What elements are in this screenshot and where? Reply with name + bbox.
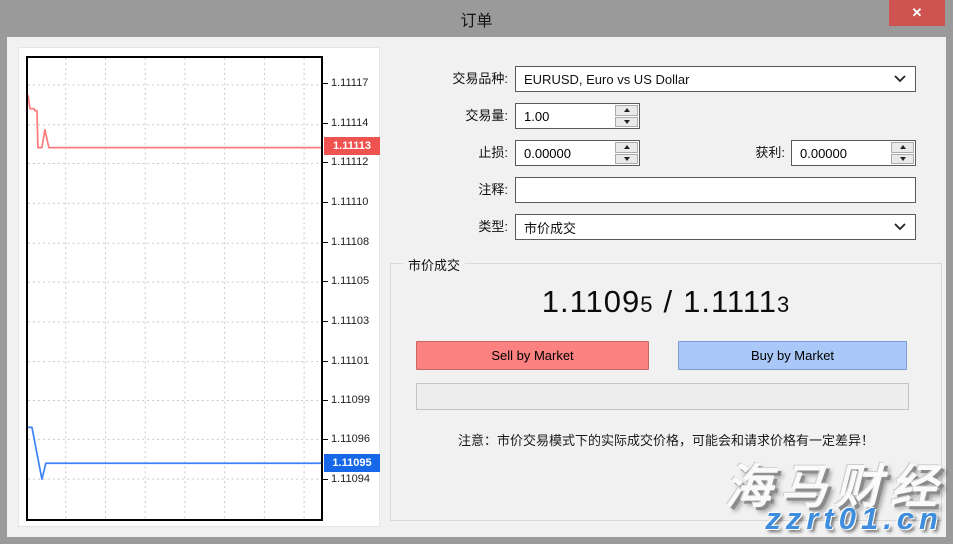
comment-label: 注释: bbox=[392, 177, 508, 203]
price-separator: / bbox=[663, 284, 673, 319]
take-profit-spin-down-button[interactable] bbox=[891, 154, 914, 165]
group-label: 市价成交 bbox=[403, 255, 465, 274]
axis-tick bbox=[323, 439, 328, 440]
axis-tick bbox=[323, 202, 328, 203]
axis-tick-label: 1.11094 bbox=[331, 472, 370, 486]
symbol-label: 交易品种: bbox=[392, 66, 508, 92]
take-profit-label: 获利: bbox=[669, 140, 785, 166]
chevron-down-icon bbox=[894, 223, 906, 231]
axis-tick-label: 1.11103 bbox=[331, 314, 369, 328]
order-type-label: 类型: bbox=[392, 214, 508, 240]
volume-input[interactable] bbox=[516, 104, 613, 128]
ask-price-last-digit: 3 bbox=[777, 292, 790, 317]
close-icon: ✕ bbox=[912, 5, 923, 21]
take-profit-spin-up-button[interactable] bbox=[891, 142, 914, 153]
take-profit-spinner bbox=[791, 140, 916, 166]
volume-spin-up-button[interactable] bbox=[615, 105, 638, 116]
stop-loss-spin-buttons bbox=[615, 142, 638, 164]
axis-tick bbox=[323, 242, 328, 243]
chart-panel: 1.11117 1.11114 1.11112 1.11110 1.11108 1.111… bbox=[18, 47, 380, 527]
spin-down-icon bbox=[624, 157, 630, 161]
axis-tick bbox=[323, 361, 328, 362]
axis-tick-label: 1.11101 bbox=[331, 354, 369, 368]
volume-spin-down-button[interactable] bbox=[615, 117, 638, 128]
bid-price-last-digit: 5 bbox=[640, 292, 653, 317]
axis-tick-label: 1.11099 bbox=[331, 393, 370, 407]
sell-by-market-button[interactable]: Sell by Market bbox=[416, 341, 649, 370]
axis-tick bbox=[323, 281, 328, 282]
close-button[interactable]: ✕ bbox=[889, 0, 945, 26]
take-profit-spin-buttons bbox=[891, 142, 914, 164]
stop-loss-label: 止损: bbox=[392, 140, 508, 166]
symbol-combobox[interactable]: EURUSD, Euro vs US Dollar bbox=[515, 66, 916, 92]
axis-tick-label: 1.11105 bbox=[331, 274, 369, 288]
window-title: 订单 bbox=[460, 7, 492, 31]
order-dialog-window: 订单 ✕ 1.11117 1.11114 1.11112 1.11110 1.11108… bbox=[0, 0, 953, 544]
stop-loss-spin-down-button[interactable] bbox=[615, 154, 638, 165]
spin-up-icon bbox=[624, 145, 630, 149]
bid-price-line bbox=[28, 427, 321, 479]
comment-input[interactable] bbox=[516, 178, 915, 202]
volume-label: 交易量: bbox=[392, 103, 508, 129]
stop-loss-input[interactable] bbox=[516, 141, 613, 165]
axis-tick bbox=[323, 321, 328, 322]
axis-tick-label: 1.11117 bbox=[331, 76, 368, 90]
spin-up-icon bbox=[900, 145, 906, 149]
execution-note: 注意：市价交易模式下的实际成交价格，可能会和请求价格有一定差异！ bbox=[391, 430, 941, 449]
bid-price-main: 1.1109 bbox=[542, 284, 641, 319]
spin-up-icon bbox=[624, 108, 630, 112]
order-type-value: 市价成交 bbox=[524, 218, 576, 237]
axis-tick-label: 1.11108 bbox=[331, 235, 369, 249]
bid-price-badge: 1.11095 bbox=[324, 454, 380, 472]
titlebar[interactable]: 订单 bbox=[0, 0, 953, 37]
price-quote: 1.11095 / 1.11113 bbox=[391, 284, 941, 320]
comment-field bbox=[515, 177, 916, 203]
ask-price-line bbox=[28, 95, 321, 148]
axis-tick-label: 1.11096 bbox=[331, 432, 370, 446]
axis-tick bbox=[323, 83, 328, 84]
axis-tick bbox=[323, 123, 328, 124]
take-profit-input[interactable] bbox=[792, 141, 889, 165]
buy-by-market-button[interactable]: Buy by Market bbox=[678, 341, 907, 370]
axis-tick bbox=[323, 162, 328, 163]
order-type-combobox[interactable]: 市价成交 bbox=[515, 214, 916, 240]
axis-tick bbox=[323, 400, 328, 401]
axis-tick-label: 1.11112 bbox=[331, 155, 368, 169]
axis-tick-label: 1.11110 bbox=[331, 195, 368, 209]
symbol-value: EURUSD, Euro vs US Dollar bbox=[524, 72, 689, 87]
axis-tick bbox=[323, 479, 328, 480]
stop-loss-spinner bbox=[515, 140, 640, 166]
tick-chart-plot bbox=[26, 56, 323, 521]
price-chart-svg bbox=[28, 58, 321, 519]
spin-down-icon bbox=[624, 120, 630, 124]
volume-spinner bbox=[515, 103, 640, 129]
ask-price-main: 1.1111 bbox=[683, 284, 777, 319]
axis-tick-label: 1.11114 bbox=[331, 116, 368, 130]
stop-loss-spin-up-button[interactable] bbox=[615, 142, 638, 153]
watermark-site: zzrt01.cn bbox=[765, 501, 943, 537]
spin-down-icon bbox=[900, 157, 906, 161]
ask-price-badge: 1.11113 bbox=[324, 137, 380, 155]
chevron-down-icon bbox=[894, 75, 906, 83]
execution-progress-bar bbox=[416, 383, 909, 410]
volume-spin-buttons bbox=[615, 105, 638, 127]
